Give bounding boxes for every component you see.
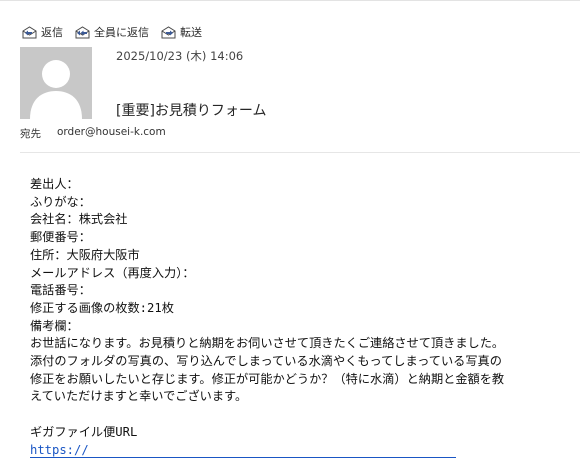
recipient-row: 宛先 order@housei-k.com bbox=[20, 126, 166, 141]
reply-all-label: 全員に返信 bbox=[94, 26, 149, 39]
mail-subject: [重要]お見積りフォーム bbox=[116, 103, 267, 119]
field-sender: 差出人： bbox=[30, 177, 79, 191]
field-email-confirm: メールアドレス（再度入力）： bbox=[30, 265, 195, 280]
field-phone: 電話番号： bbox=[30, 283, 91, 298]
gigafile-link[interactable]: https:// bbox=[30, 443, 456, 458]
message-line: お世話になります。お見積りと納期をお伺いさせて頂きたくご連絡させて頂きました。 bbox=[30, 336, 505, 351]
to-address[interactable]: order@housei-k.com bbox=[57, 126, 166, 141]
person-icon bbox=[20, 47, 92, 119]
mail-body: 差出人： ふりがな： 会社名：株式会社 郵便番号： 住所：大阪府大阪市 メールア… bbox=[30, 176, 578, 459]
gigafile-label: ギガファイル便URL bbox=[30, 424, 138, 439]
field-image-count: 修正する画像の枚数:21枚 bbox=[30, 300, 174, 315]
forward-button[interactable]: 転送 bbox=[161, 24, 202, 40]
reply-button[interactable]: 返信 bbox=[22, 24, 63, 40]
top-border bbox=[0, 0, 580, 1]
field-remarks: 備考欄： bbox=[30, 318, 79, 333]
message-line: 修正をお願いしたいと存じます。修正が可能かどうか？（特に水滴）と納期と金額を教 bbox=[30, 371, 505, 386]
header-divider bbox=[20, 152, 580, 153]
gigafile-link-row: https:// bbox=[30, 442, 578, 459]
forward-icon bbox=[161, 25, 176, 38]
field-furigana: ふりがな： bbox=[30, 194, 91, 209]
forward-label: 転送 bbox=[180, 26, 202, 39]
message-line: 添付のフォルダの写真の、写り込んでしまっている水滴やくもってしまっている写真の bbox=[30, 354, 502, 369]
field-postal-code: 郵便番号： bbox=[30, 230, 91, 245]
reply-all-icon bbox=[75, 25, 90, 38]
sender-avatar bbox=[20, 47, 92, 119]
message-line: えていただけますと幸いでございます。 bbox=[30, 389, 248, 404]
reply-all-button[interactable]: 全員に返信 bbox=[75, 24, 149, 40]
to-label: 宛先 bbox=[20, 128, 41, 140]
reply-label: 返信 bbox=[41, 26, 63, 39]
field-company: 会社名：株式会社 bbox=[30, 212, 128, 227]
field-address: 住所：大阪府大阪市 bbox=[30, 247, 140, 262]
mail-toolbar: 返信 全員に返信 転送 bbox=[22, 23, 214, 41]
reply-icon bbox=[22, 25, 37, 38]
sent-date: 2025/10/23 (木) 14:06 bbox=[116, 49, 244, 63]
